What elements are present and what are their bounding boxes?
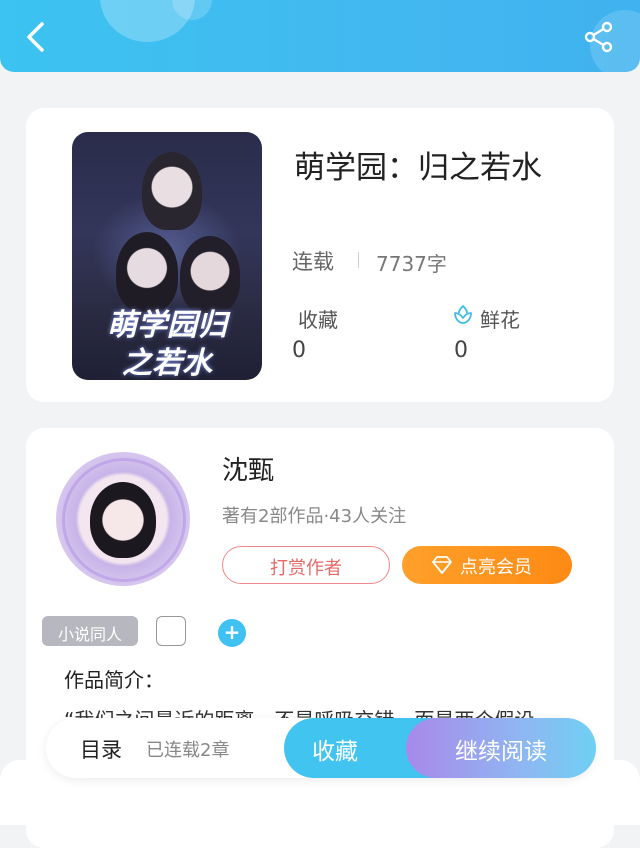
share-icon[interactable]: [582, 20, 616, 54]
bottom-action-bar: 目录 已连载2章 收藏 继续阅读: [46, 718, 596, 778]
word-count: 7737字: [376, 252, 447, 276]
toc-button[interactable]: 目录: [80, 734, 122, 764]
continue-reading-label: 继续阅读: [455, 739, 547, 765]
favorites-count: 0: [292, 338, 306, 363]
cover-figure: [142, 152, 202, 230]
favorite-button-label: 收藏: [312, 739, 358, 765]
vip-label: 点亮会员: [460, 557, 532, 578]
author-name[interactable]: 沈甄: [222, 450, 274, 487]
continue-reading-button[interactable]: 继续阅读: [406, 718, 596, 778]
tag-checkbox[interactable]: [156, 616, 186, 646]
diamond-icon: [432, 556, 452, 574]
genre-tag[interactable]: 小说同人: [42, 616, 138, 646]
plus-icon: +: [223, 620, 241, 644]
chapters-count: 已连载2章: [146, 740, 230, 761]
book-info-card: 萌学园归 之若水 萌学园：归之若水 连载 7737字 收藏 鲜花 0 0: [26, 108, 614, 402]
book-title: 萌学园：归之若水: [294, 150, 542, 186]
intro-label: 作品简介：: [64, 668, 164, 692]
author-meta: 著有2部作品·43人关注: [222, 506, 407, 527]
top-bar: [0, 0, 640, 72]
book-cover[interactable]: 萌学园归 之若水: [72, 132, 262, 380]
avatar-face: [90, 482, 156, 558]
vip-button[interactable]: 点亮会员: [402, 546, 572, 584]
tip-author-label: 打赏作者: [270, 558, 342, 579]
add-tag-button[interactable]: +: [218, 619, 246, 647]
flowers-label: 鲜花: [480, 308, 520, 332]
flower-icon: [454, 305, 472, 324]
avatar[interactable]: [56, 452, 190, 586]
book-status: 连载: [292, 250, 334, 274]
chevron-left-icon[interactable]: [22, 20, 52, 54]
tip-author-button[interactable]: 打赏作者: [222, 546, 390, 584]
favorites-label: 收藏: [298, 308, 338, 332]
flowers-count: 0: [454, 338, 468, 363]
genre-tag-label: 小说同人: [57, 625, 122, 644]
divider: [358, 252, 359, 268]
cover-title-line2: 之若水: [122, 346, 212, 380]
